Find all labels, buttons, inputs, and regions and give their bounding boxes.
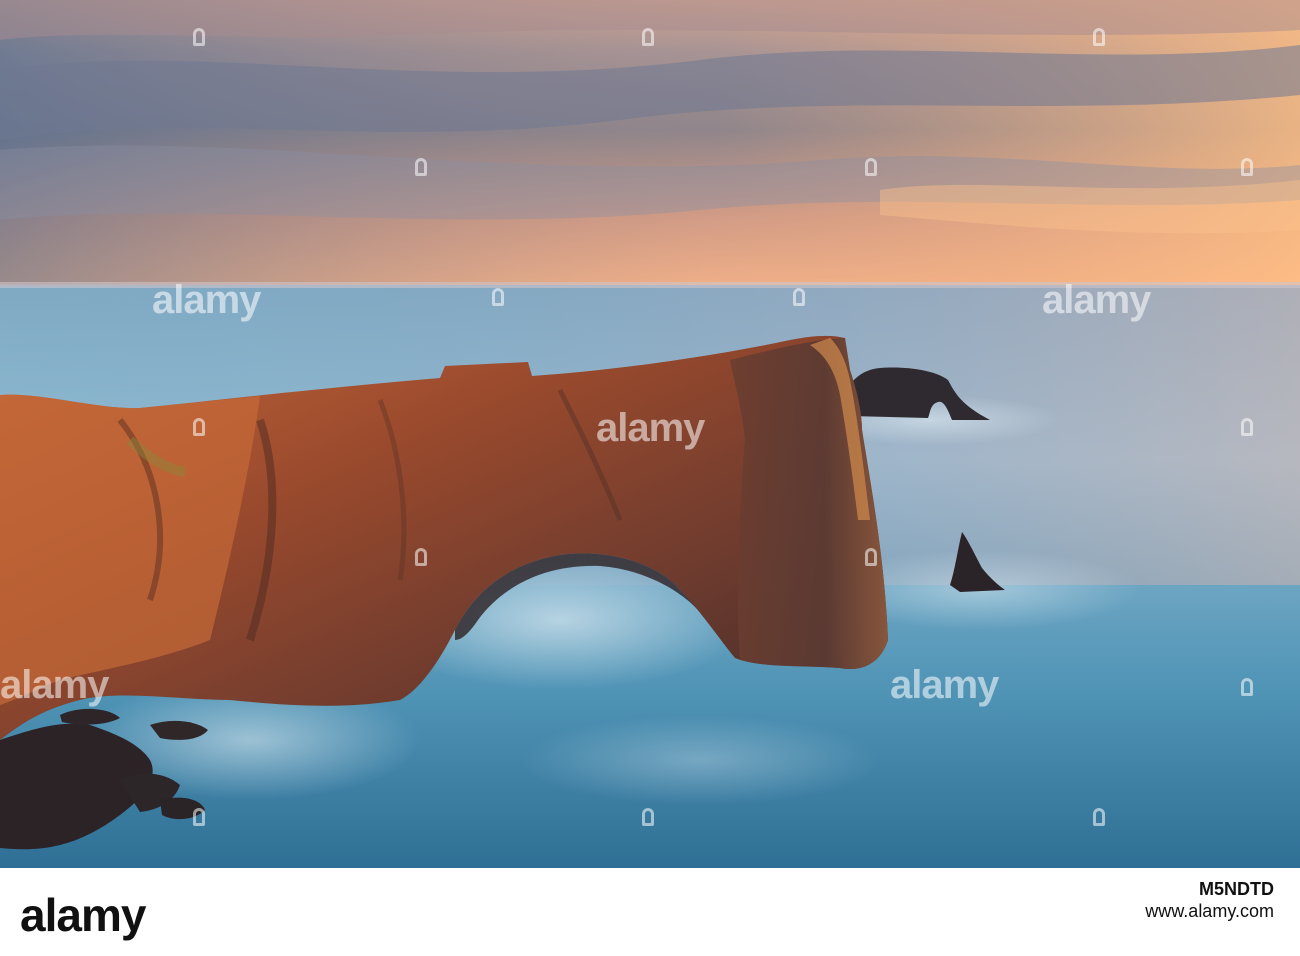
sea-arch-photo: alamy alamy alamy alamy alamy (0, 0, 1300, 868)
site-url: www.alamy.com (1145, 901, 1274, 921)
landscape-image (0, 0, 1300, 868)
alamy-logo: alamy (20, 889, 146, 941)
image-credit: M5NDTD www.alamy.com (1145, 878, 1274, 922)
stock-footer: alamy M5NDTD www.alamy.com (0, 868, 1300, 956)
image-code: M5NDTD (1199, 879, 1274, 899)
